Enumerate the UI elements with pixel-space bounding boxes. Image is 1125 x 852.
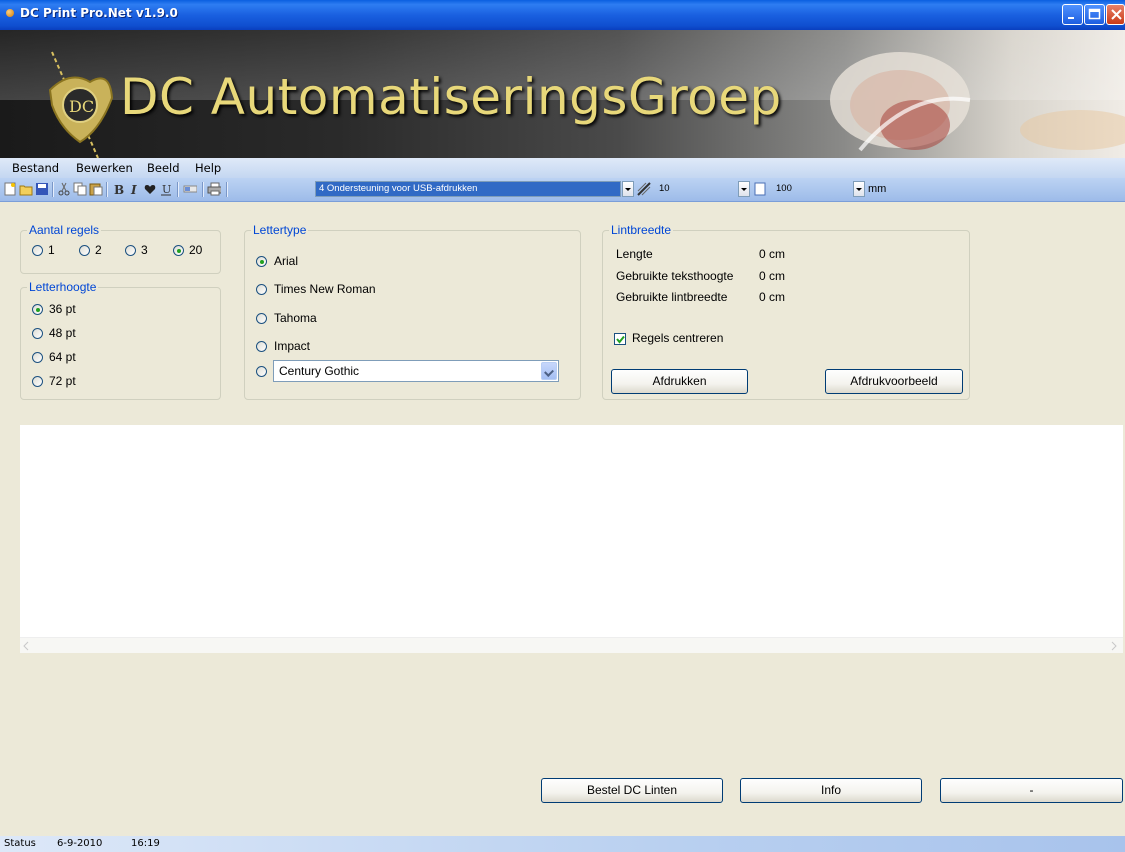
- aantal-regels-group: Aantal regels 1 2 3 20: [20, 223, 221, 274]
- regels-radio-1[interactable]: [32, 245, 43, 256]
- svg-text:B: B: [114, 183, 124, 196]
- font-radio-custom[interactable]: [256, 366, 267, 377]
- letterhoogte-legend: Letterhoogte: [27, 280, 99, 294]
- cut-icon[interactable]: [57, 182, 71, 196]
- unit-label: mm: [868, 183, 887, 195]
- horizontal-scrollbar[interactable]: [20, 637, 1123, 653]
- height-radio-48[interactable]: [32, 328, 43, 339]
- height-radio-64[interactable]: [32, 352, 43, 363]
- font-label-impact: Impact: [274, 339, 311, 353]
- maximize-button[interactable]: [1084, 4, 1105, 25]
- font-radio-impact[interactable]: [256, 341, 267, 352]
- chevron-down-icon[interactable]: [541, 362, 557, 380]
- print-icon[interactable]: [207, 182, 221, 196]
- lintbreedte-legend: Lintbreedte: [609, 223, 674, 237]
- company-banner: DC DC AutomatiseringsGroep: [0, 30, 1125, 158]
- regels-label-20: 20: [189, 243, 203, 257]
- height-label-48: 48 pt: [49, 326, 76, 340]
- status-bar: Status 6-9-2010 16:19: [0, 836, 1125, 852]
- menu-bar: Bestand Bewerken Beeld Help: [0, 158, 1125, 178]
- regels-radio-3[interactable]: [125, 245, 136, 256]
- lintbreedte-group: Lintbreedte Lengte 0 cm Gebruikte teksth…: [602, 223, 970, 400]
- title-bar[interactable]: DC Print Pro.Net v1.9.0: [0, 0, 1125, 30]
- scroll-right-icon[interactable]: [1110, 641, 1118, 651]
- thickness-select[interactable]: 10: [655, 181, 737, 197]
- print-preview-button[interactable]: Afdrukvoorbeeld: [825, 369, 963, 394]
- company-logo: DC: [48, 51, 114, 158]
- regels-label-2: 2: [95, 243, 102, 257]
- underline-icon[interactable]: U: [159, 182, 173, 196]
- size-dropdown-arrow[interactable]: [853, 181, 865, 197]
- save-icon[interactable]: [35, 182, 49, 196]
- bold-icon[interactable]: B: [111, 182, 125, 196]
- copy-icon[interactable]: [73, 182, 87, 196]
- regels-label-1: 1: [48, 243, 55, 257]
- font-radio-times[interactable]: [256, 284, 267, 295]
- height-radio-72[interactable]: [32, 376, 43, 387]
- menu-bewerken[interactable]: Bewerken: [76, 161, 133, 175]
- height-label-36: 36 pt: [49, 302, 76, 316]
- order-ribbons-button[interactable]: Bestel DC Linten: [541, 778, 723, 803]
- aantal-regels-legend: Aantal regels: [27, 223, 102, 237]
- window-title: DC Print Pro.Net v1.9.0: [20, 6, 178, 20]
- custom-font-dropdown[interactable]: Century Gothic: [273, 360, 559, 382]
- font-label-arial: Arial: [274, 254, 299, 268]
- menu-beeld[interactable]: Beeld: [147, 161, 180, 175]
- app-icon[interactable]: [6, 9, 14, 17]
- status-date: 6-9-2010: [57, 838, 103, 849]
- preview-area[interactable]: [20, 425, 1123, 653]
- menu-bestand[interactable]: Bestand: [12, 161, 59, 175]
- custom-font-value: Century Gothic: [279, 364, 360, 378]
- print-button[interactable]: Afdrukken: [611, 369, 748, 394]
- paste-icon[interactable]: [89, 182, 103, 196]
- font-label-tahoma: Tahoma: [274, 311, 317, 325]
- teksthoogte-value: 0 cm: [759, 269, 786, 283]
- printer-dropdown-arrow[interactable]: [622, 181, 634, 197]
- open-icon[interactable]: [19, 182, 33, 196]
- minimize-button[interactable]: [1062, 4, 1083, 25]
- toggle-icon[interactable]: [183, 182, 197, 196]
- svg-text:DC: DC: [69, 97, 94, 116]
- toolbar: B I U 4 Ondersteuning voor USB-afdrukken…: [0, 178, 1125, 202]
- company-name: DC AutomatiseringsGroep: [120, 68, 782, 126]
- lengte-value: 0 cm: [759, 247, 786, 261]
- regels-radio-20[interactable]: [173, 245, 184, 256]
- checkmark-icon: [616, 335, 625, 344]
- banner-decoration: [830, 52, 1125, 152]
- status-label: Status: [4, 838, 36, 849]
- close-button[interactable]: [1106, 4, 1125, 25]
- font-radio-arial[interactable]: [256, 256, 267, 267]
- regels-label-3: 3: [141, 243, 148, 257]
- page-icon: [754, 182, 766, 196]
- font-label-times: Times New Roman: [274, 282, 376, 296]
- scroll-left-icon[interactable]: [22, 641, 30, 651]
- svg-text:I: I: [130, 183, 137, 196]
- font-radio-tahoma[interactable]: [256, 313, 267, 324]
- italic-icon[interactable]: I: [127, 182, 141, 196]
- lengte-label: Lengte: [616, 247, 653, 261]
- size-select[interactable]: 100: [772, 181, 852, 197]
- extra-button[interactable]: -: [940, 778, 1123, 803]
- height-radio-36[interactable]: [32, 304, 43, 315]
- lettertype-legend: Lettertype: [251, 223, 309, 237]
- thickness-dropdown-arrow[interactable]: [738, 181, 750, 197]
- lintbreedte-value: 0 cm: [759, 290, 786, 304]
- menu-help[interactable]: Help: [195, 161, 221, 175]
- printer-select[interactable]: 4 Ondersteuning voor USB-afdrukken: [315, 181, 621, 197]
- info-button[interactable]: Info: [740, 778, 922, 803]
- lettertype-group: Lettertype Arial Times New Roman Tahoma …: [244, 223, 581, 400]
- heart-icon[interactable]: [143, 182, 157, 196]
- center-lines-checkbox[interactable]: [614, 333, 626, 345]
- svg-text:U: U: [162, 183, 171, 196]
- letterhoogte-group: Letterhoogte 36 pt 48 pt 64 pt 72 pt: [20, 280, 221, 400]
- status-time: 16:19: [131, 838, 160, 849]
- lintbreedte-label: Gebruikte lintbreedte: [616, 290, 728, 304]
- regels-radio-2[interactable]: [79, 245, 90, 256]
- teksthoogte-label: Gebruikte teksthoogte: [616, 269, 734, 283]
- height-label-72: 72 pt: [49, 374, 76, 388]
- height-label-64: 64 pt: [49, 350, 76, 364]
- line-thickness-icon: [637, 182, 651, 196]
- new-icon[interactable]: [3, 182, 17, 196]
- center-lines-label: Regels centreren: [632, 331, 724, 345]
